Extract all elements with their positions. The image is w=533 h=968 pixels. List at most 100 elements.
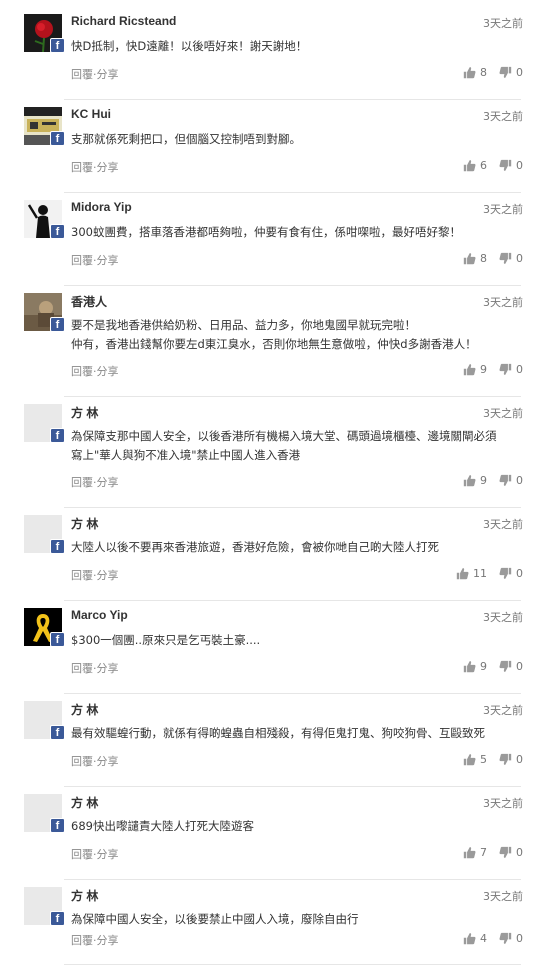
reply-link[interactable]: 回覆 — [71, 569, 93, 582]
thumbs-up-icon — [463, 252, 476, 265]
dislike-button[interactable]: 0 — [499, 363, 523, 376]
reply-link[interactable]: 回覆 — [71, 254, 93, 267]
like-button[interactable]: 8 — [463, 66, 487, 79]
comment-text: 為保障中國人安全，以後要禁止中國人入境，廢除自由行 — [71, 910, 523, 929]
dislike-button[interactable]: 0 — [499, 252, 523, 265]
vote-controls: 11 0 — [444, 567, 523, 580]
thumbs-down-icon — [499, 567, 512, 580]
comment-time: 3天之前 — [483, 203, 523, 216]
share-link[interactable]: 分享 — [97, 365, 119, 378]
thumbs-down-icon — [499, 932, 512, 945]
reply-link[interactable]: 回覆 — [71, 68, 93, 81]
thumbs-up-icon — [463, 753, 476, 766]
thumbs-down-icon — [499, 660, 512, 673]
share-link[interactable]: 分享 — [97, 68, 119, 81]
dislike-button[interactable]: 0 — [499, 159, 523, 172]
comment-time: 3天之前 — [483, 611, 523, 624]
like-count: 8 — [480, 66, 487, 79]
comment-text-line: $300一個團..原來只是乞丐裝土豪.... — [71, 633, 261, 647]
commenter-name[interactable]: 方 林 — [71, 701, 98, 718]
like-button[interactable]: 4 — [463, 932, 487, 945]
dislike-count: 0 — [516, 474, 523, 487]
like-count: 9 — [480, 474, 487, 487]
vote-controls: 5 0 — [451, 753, 523, 766]
comment-text-line: 為保障中國人安全，以後要禁止中國人入境，廢除自由行 — [71, 912, 359, 926]
reply-link[interactable]: 回覆 — [71, 476, 93, 489]
like-button[interactable]: 6 — [463, 159, 487, 172]
comment-item: f 方 林 3天之前 689快出嚟譴責大陸人打死大陸遊客 回覆·分享 7 0 — [0, 786, 533, 879]
like-count: 11 — [473, 567, 487, 580]
dislike-button[interactable]: 0 — [499, 660, 523, 673]
facebook-icon: f — [50, 632, 65, 647]
reply-link[interactable]: 回覆 — [71, 755, 93, 768]
comment-item: f 方 林 3天之前 最有效驅蝗行動，就係有得啲蝗蟲自相殘殺，有得佢鬼打鬼、狗咬… — [0, 693, 533, 786]
comment-time: 3天之前 — [483, 797, 523, 810]
reply-link[interactable]: 回覆 — [71, 161, 93, 174]
share-link[interactable]: 分享 — [97, 569, 119, 582]
commenter-name[interactable]: 方 林 — [71, 515, 98, 532]
vote-controls: 8 0 — [451, 66, 523, 79]
like-count: 5 — [480, 753, 487, 766]
reply-link[interactable]: 回覆 — [71, 848, 93, 861]
share-link[interactable]: 分享 — [97, 662, 119, 675]
dislike-count: 0 — [516, 753, 523, 766]
comment-text-line: 要不是我地香港供給奶粉、日用品、益力多，你地鬼國早就玩完啦！ — [71, 318, 416, 332]
share-link[interactable]: 分享 — [97, 476, 119, 489]
facebook-icon: f — [50, 818, 65, 833]
commenter-name[interactable]: 方 林 — [71, 887, 98, 904]
vote-controls: 9 0 — [451, 660, 523, 673]
like-button[interactable]: 9 — [463, 363, 487, 376]
thumbs-up-icon — [463, 363, 476, 376]
thumbs-down-icon — [499, 474, 512, 487]
dislike-button[interactable]: 0 — [499, 753, 523, 766]
comment-text-line: 最有效驅蝗行動，就係有得啲蝗蟲自相殘殺，有得佢鬼打鬼、狗咬狗骨、互毆致死 — [71, 726, 485, 740]
share-link[interactable]: 分享 — [97, 848, 119, 861]
commenter-name[interactable]: Midora Yip — [71, 200, 132, 214]
dislike-button[interactable]: 0 — [499, 474, 523, 487]
thumbs-up-icon — [463, 159, 476, 172]
like-button[interactable]: 9 — [463, 474, 487, 487]
share-link[interactable]: 分享 — [97, 755, 119, 768]
share-link[interactable]: 分享 — [97, 161, 119, 174]
commenter-name[interactable]: 方 林 — [71, 404, 98, 421]
commenter-name[interactable]: 方 林 — [71, 794, 98, 811]
like-button[interactable]: 5 — [463, 753, 487, 766]
comment-text: 為保障支那中國人安全，以後香港所有機楊入境大堂、碼頭過境櫃檯、邊境關閘必須 寫上"… — [71, 427, 523, 465]
facebook-icon: f — [50, 131, 65, 146]
facebook-icon: f — [50, 317, 65, 332]
comment-text-line: 寫上"華人與狗不准入境"禁止中國人進入香港 — [71, 448, 301, 462]
like-button[interactable]: 7 — [463, 846, 487, 859]
commenter-name[interactable]: Marco Yip — [71, 608, 128, 622]
dislike-count: 0 — [516, 66, 523, 79]
comment-item: f KC Hui 3天之前 支那就係死剩把口，但個腦又控制唔到對腳。 回覆·分享… — [0, 99, 533, 192]
reply-link[interactable]: 回覆 — [71, 365, 93, 378]
comment-text-line: 支那就係死剩把口，但個腦又控制唔到對腳。 — [71, 132, 301, 146]
reply-link[interactable]: 回覆 — [71, 662, 93, 675]
comment-time: 3天之前 — [483, 17, 523, 30]
commenter-name[interactable]: Richard Ricsteand — [71, 14, 176, 28]
comment-text: $300一個團..原來只是乞丐裝土豪.... — [71, 631, 523, 650]
comment-item: f 方 林 3天之前 大陸人以後不要再來香港旅遊，香港好危險，會被你哋自己啲大陸… — [0, 507, 533, 600]
like-button[interactable]: 9 — [463, 660, 487, 673]
commenter-name[interactable]: KC Hui — [71, 107, 111, 121]
dislike-button[interactable]: 0 — [499, 846, 523, 859]
thumbs-down-icon — [499, 363, 512, 376]
dislike-button[interactable]: 0 — [499, 932, 523, 945]
dislike-button[interactable]: 0 — [499, 567, 523, 580]
comment-actions: 回覆·分享 — [71, 159, 119, 175]
commenter-name[interactable]: 香港人 — [71, 293, 107, 310]
share-link[interactable]: 分享 — [97, 254, 119, 267]
comment-text: 快D抵制，快D遠離！以後唔好來！謝天謝地！ — [71, 37, 523, 56]
comment-item: f 方 林 3天之前 為保障支那中國人安全，以後香港所有機楊入境大堂、碼頭過境櫃… — [0, 396, 533, 507]
dislike-button[interactable]: 0 — [499, 66, 523, 79]
comment-time: 3天之前 — [483, 890, 523, 903]
comment-actions: 回覆·分享 — [71, 474, 119, 490]
comment-actions: 回覆·分享 — [71, 363, 119, 379]
comment-actions: 回覆·分享 — [71, 753, 119, 769]
comment-text: 支那就係死剩把口，但個腦又控制唔到對腳。 — [71, 130, 523, 149]
like-button[interactable]: 8 — [463, 252, 487, 265]
like-button[interactable]: 11 — [456, 567, 487, 580]
thumbs-down-icon — [499, 252, 512, 265]
share-link[interactable]: 分享 — [97, 934, 119, 947]
reply-link[interactable]: 回覆 — [71, 934, 93, 947]
